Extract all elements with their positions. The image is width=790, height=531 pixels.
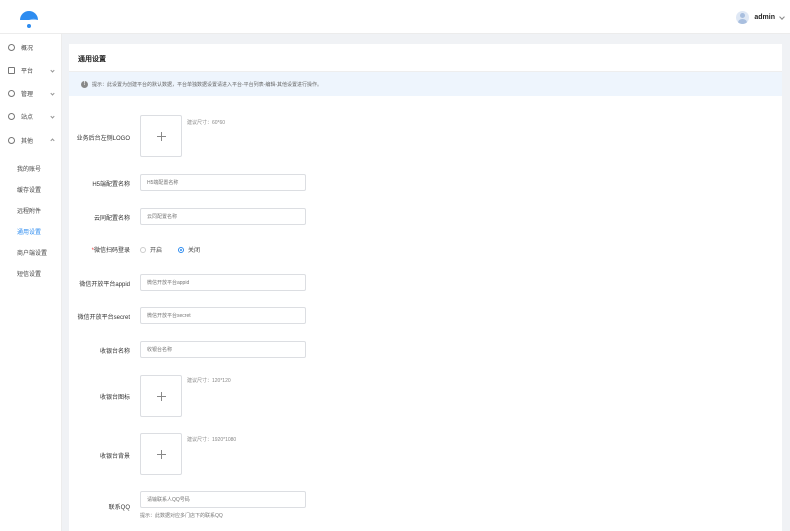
chevron-up-icon	[50, 137, 55, 143]
tip-text: 提示：此设置为创建平台的默认数据，平台单独数据设置请进入平台-平台列表-编辑-其…	[92, 81, 323, 88]
cashier-bg-hint: 建议尺寸：1920*1080	[187, 437, 237, 443]
cashier-icon-hint: 建议尺寸：120*120	[187, 378, 231, 384]
sidebar-item-label: 管理	[21, 91, 34, 98]
chevron-down-icon	[50, 113, 55, 119]
cloud-name-label: 云同配置名称	[93, 216, 130, 222]
logo-hint: 建议尺寸：60*60	[187, 120, 226, 126]
cashier-icon-upload[interactable]	[140, 375, 182, 417]
home-icon	[8, 43, 15, 51]
qq-input[interactable]	[140, 491, 306, 508]
cashier-bg-label: 收银台背景	[99, 454, 130, 460]
radio-label: 关闭	[188, 248, 201, 254]
sidebar-item-label: 其他	[21, 138, 34, 145]
cloud-name-input[interactable]	[140, 208, 306, 225]
tip-banner: ! 提示：此设置为创建平台的默认数据，平台单独数据设置请进入平台-平台列表-编辑…	[69, 72, 782, 96]
wx-secret-input[interactable]	[140, 307, 306, 324]
logo-label: 业务后台左侧LOGO	[76, 136, 130, 142]
sidebar-subitem-sms[interactable]: 短信设置	[17, 269, 41, 278]
qq-label: 联系QQ	[108, 505, 130, 511]
user-menu[interactable]: admin	[736, 11, 785, 24]
qq-hint: 提示：此数据对应多门店下的联系QQ	[140, 513, 223, 519]
settings-icon	[8, 136, 15, 144]
page-title: 通用设置	[78, 56, 106, 63]
sidebar-subitem-cache[interactable]: 缓存设置	[17, 185, 41, 194]
wx-scan-radio-off[interactable]	[178, 246, 185, 253]
sidebar: 概况 平台 管理 站点 其他 我的账号 缓存设置 远程附件 通用设置 商户端设置…	[0, 34, 62, 531]
chevron-down-icon	[50, 90, 55, 96]
sidebar-item-platform[interactable]: 平台	[0, 63, 62, 77]
brand-logo-icon[interactable]	[18, 8, 40, 30]
sidebar-item-label: 站点	[21, 114, 34, 121]
cashier-name-input[interactable]	[140, 341, 306, 358]
location-icon	[8, 112, 15, 120]
wx-appid-label: 微信开放平台appid	[79, 282, 130, 288]
sidebar-item-manage[interactable]: 管理	[0, 86, 62, 100]
sidebar-item-overview[interactable]: 概况	[0, 40, 62, 54]
h5-name-label: H5端配置名称	[92, 182, 130, 188]
h5-name-input[interactable]	[140, 174, 306, 191]
settings-card: 通用设置 ! 提示：此设置为创建平台的默认数据，平台单独数据设置请进入平台-平台…	[69, 44, 782, 531]
logo-upload[interactable]	[140, 115, 182, 157]
gear-icon	[8, 89, 15, 97]
sidebar-subitem-my-account[interactable]: 我的账号	[17, 164, 41, 173]
cashier-bg-upload[interactable]	[140, 433, 182, 475]
monitor-icon	[8, 66, 15, 74]
sidebar-item-site[interactable]: 站点	[0, 109, 62, 123]
sidebar-item-other[interactable]: 其他	[0, 133, 62, 147]
sidebar-subitem-general[interactable]: 通用设置	[17, 227, 41, 236]
chevron-down-icon	[50, 67, 55, 73]
sidebar-item-label: 概况	[21, 45, 34, 52]
user-name: admin	[754, 14, 775, 21]
avatar	[736, 11, 750, 24]
wx-scan-radio-on[interactable]	[140, 246, 146, 253]
sidebar-item-label: 平台	[21, 68, 34, 75]
info-icon: !	[81, 80, 88, 88]
cashier-name-label: 收银台名称	[99, 349, 130, 355]
wx-secret-label: 微信开放平台secret	[77, 315, 130, 321]
chevron-down-icon	[779, 13, 785, 20]
cashier-icon-label: 收银台图标	[99, 395, 130, 401]
sidebar-subitem-merchant[interactable]: 商户端设置	[17, 248, 47, 257]
sidebar-subitem-remote-attachment[interactable]: 远程附件	[17, 206, 41, 215]
wx-appid-input[interactable]	[140, 274, 306, 291]
wx-scan-label: *微信扫码登录	[91, 248, 130, 254]
wx-scan-radio-group: 开启 关闭	[140, 245, 212, 254]
radio-label: 开启	[150, 248, 163, 254]
top-bar: admin	[0, 0, 790, 34]
